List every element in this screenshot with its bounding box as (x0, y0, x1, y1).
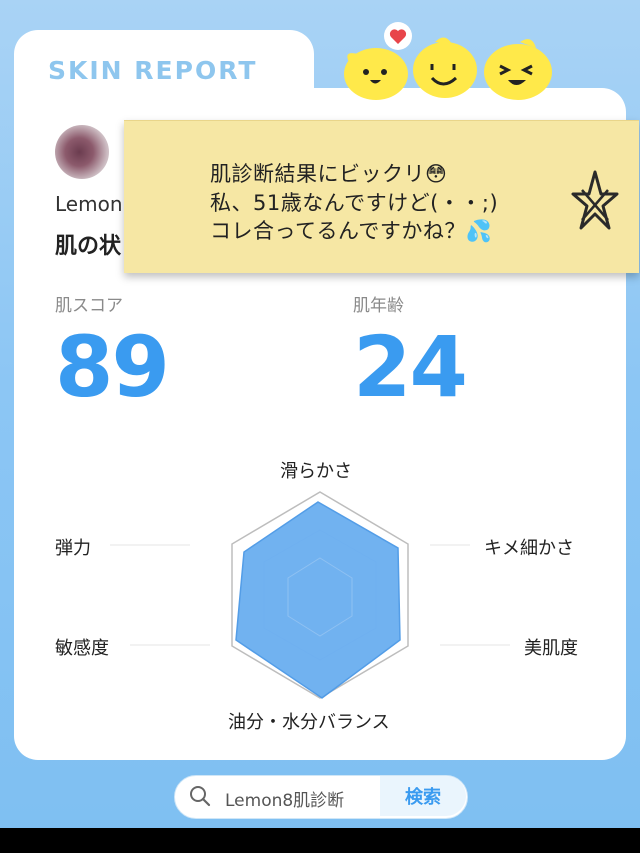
username: Lemon (55, 192, 123, 216)
card-tab-patch (14, 84, 314, 114)
avatar[interactable] (55, 125, 109, 179)
radar-label-beauty: 美肌度 (524, 638, 578, 659)
skin-age-value: 24 (353, 318, 468, 416)
radar-label-texture: キメ細かさ (484, 538, 574, 559)
lemon-mascot-right (484, 39, 552, 100)
skin-score-label: 肌スコア (55, 296, 123, 316)
report-title: SKIN REPORT (48, 56, 258, 85)
note-line-1: 肌診断結果にビックリ😳 (210, 162, 448, 186)
radar-chart: 滑らかさ キメ細かさ 美肌度 油分・水分バランス 敏感度 弾力 (0, 440, 640, 740)
note-line-3: コレ合ってるんですかね？💦 (210, 219, 493, 243)
skin-score-value: 89 (55, 318, 170, 416)
note-line-2: 私、51歳なんですけど(・・;) (210, 191, 499, 215)
radar-graphic (110, 491, 510, 699)
system-bottom-bar (0, 828, 640, 853)
heart-bubble-icon (384, 22, 412, 50)
lemon-mascot-middle (413, 37, 477, 98)
radar-label-smoothness: 滑らかさ (280, 461, 352, 482)
skin-status-label: 肌の状 (55, 234, 122, 259)
search-button[interactable]: 検索 (380, 776, 466, 816)
search-query[interactable]: Lemon8肌診断 (225, 786, 344, 811)
radar-label-oil-water-balance: 油分・水分バランス (228, 712, 390, 733)
skin-age-label: 肌年齢 (353, 296, 404, 316)
mascot-group (344, 22, 552, 100)
lemon-mascot-left (344, 48, 408, 100)
radar-label-sensitivity: 敏感度 (55, 638, 109, 659)
star-doodle-icon (571, 170, 619, 230)
radar-label-elasticity: 弾力 (55, 538, 91, 559)
search-icon[interactable] (188, 784, 212, 808)
